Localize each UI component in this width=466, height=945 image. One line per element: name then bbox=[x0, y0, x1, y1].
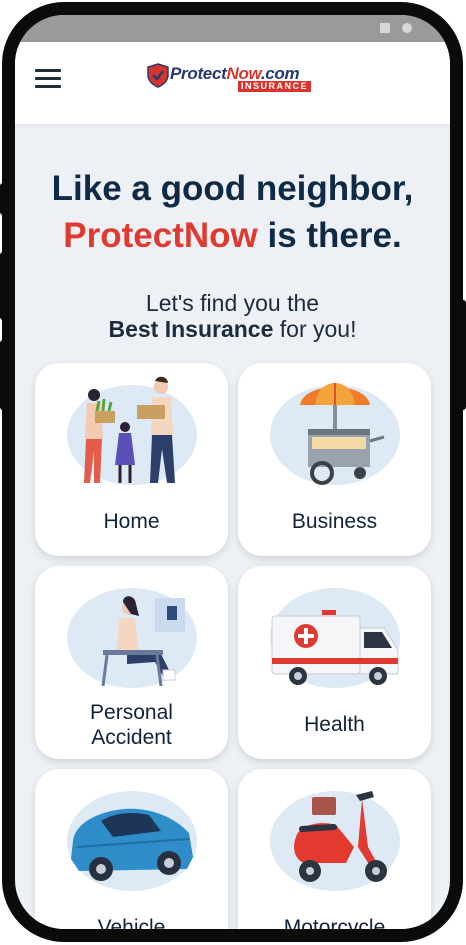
scooter-icon bbox=[294, 791, 387, 882]
hero-line-1: Like a good neighbor, bbox=[51, 169, 414, 208]
hero-line-2: ProtectNow is there. bbox=[15, 212, 450, 259]
category-label-health: Health bbox=[304, 713, 365, 736]
shield-check-icon bbox=[147, 63, 169, 88]
ambulance-icon bbox=[271, 610, 399, 685]
status-square-icon bbox=[380, 23, 390, 33]
logo-insurance-tag: INSURANCE bbox=[238, 81, 312, 92]
category-card-vehicle[interactable]: Vehicle bbox=[35, 769, 228, 939]
hero-heading: Like a good neighbor, ProtectNow is ther… bbox=[15, 165, 450, 259]
category-card-business[interactable]: Business bbox=[238, 363, 431, 556]
category-card-motorcycle[interactable]: Motorcycle bbox=[238, 769, 431, 939]
injured-person-icon bbox=[101, 596, 185, 687]
subtitle-bold: Best Insurance bbox=[108, 316, 274, 342]
category-card-personal-accident[interactable]: Personal Accident bbox=[35, 566, 228, 759]
subtitle: Let's find you the Best Insurance for yo… bbox=[15, 290, 450, 342]
hero-line-2-rest: is there. bbox=[257, 216, 402, 255]
subtitle-rest: for you! bbox=[273, 316, 357, 342]
category-card-health[interactable]: Health bbox=[238, 566, 431, 759]
hamburger-menu-icon[interactable] bbox=[35, 69, 61, 89]
hero-brand: ProtectNow bbox=[63, 216, 258, 255]
protectnow-logo[interactable]: ProtectNow.com INSURANCE bbox=[147, 63, 322, 99]
category-label-personal: Personal bbox=[90, 701, 173, 724]
category-label-motorcycle: Motorcycle bbox=[283, 916, 386, 939]
food-cart-icon bbox=[300, 383, 385, 485]
category-label-business: Business bbox=[291, 510, 378, 533]
car-icon bbox=[71, 808, 193, 881]
phone-frame: ProtectNow.com INSURANCE Like a good nei… bbox=[2, 2, 463, 942]
category-label-accident: Accident bbox=[91, 726, 172, 749]
category-label-home: Home bbox=[103, 510, 160, 533]
status-bar bbox=[15, 15, 450, 42]
category-card-home[interactable]: Home bbox=[35, 363, 228, 556]
subtitle-line-2: Best Insurance for you! bbox=[15, 316, 450, 342]
status-circle-icon bbox=[402, 23, 412, 33]
family-home-icon bbox=[84, 376, 175, 483]
app-header: ProtectNow.com INSURANCE bbox=[15, 42, 450, 124]
category-label-vehicle: Vehicle bbox=[97, 916, 166, 939]
subtitle-line-1: Let's find you the bbox=[145, 290, 320, 316]
